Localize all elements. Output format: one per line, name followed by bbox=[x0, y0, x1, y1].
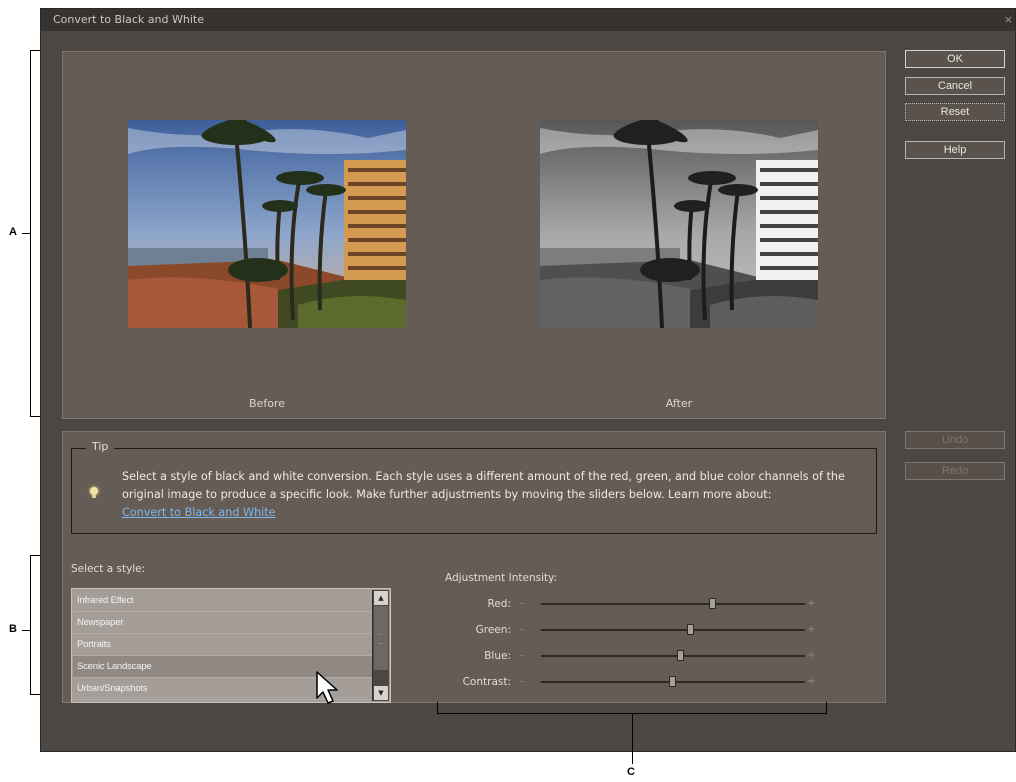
callout-b-label: B bbox=[9, 623, 17, 635]
convert-bw-dialog: Convert to Black and White × Before Afte… bbox=[40, 8, 1016, 752]
contrast-slider-thumb[interactable] bbox=[669, 676, 676, 687]
before-label: Before bbox=[249, 397, 285, 410]
after-label: After bbox=[665, 397, 693, 410]
ok-button[interactable]: OK bbox=[905, 50, 1005, 68]
callout-a-tick bbox=[22, 233, 30, 234]
red-plus-label: + bbox=[807, 598, 816, 609]
scroll-up-arrow-icon[interactable]: ▲ bbox=[374, 591, 388, 605]
before-image bbox=[128, 120, 406, 328]
red-slider-label: Red: bbox=[487, 598, 512, 610]
tip-box: Tip Select a style of black and white co… bbox=[71, 440, 877, 534]
contrast-plus-label: + bbox=[807, 676, 816, 687]
style-list-scrollbar[interactable]: ▲ ▼ bbox=[372, 590, 389, 701]
green-slider-row: Green: – + bbox=[443, 622, 863, 638]
callout-c-label: C bbox=[627, 766, 635, 778]
style-listbox[interactable]: Infrared Effect Newspaper Portraits Scen… bbox=[71, 588, 391, 703]
callout-b-bracket bbox=[30, 555, 40, 695]
blue-slider-label: Blue: bbox=[484, 650, 511, 662]
callout-c-tick bbox=[632, 714, 633, 764]
after-image bbox=[540, 120, 818, 328]
green-minus-label: – bbox=[519, 624, 524, 635]
title-bar: Convert to Black and White × bbox=[41, 9, 1015, 31]
style-item-infrared[interactable]: Infrared Effect bbox=[73, 590, 373, 612]
blue-minus-label: – bbox=[519, 650, 524, 661]
red-slider-thumb[interactable] bbox=[708, 598, 716, 609]
style-panel: Tip Select a style of black and white co… bbox=[62, 431, 886, 704]
green-slider-thumb[interactable] bbox=[687, 624, 695, 635]
tip-learn-more-link[interactable]: Convert to Black and White bbox=[122, 506, 276, 519]
scroll-down-arrow-icon[interactable]: ▼ bbox=[374, 686, 388, 700]
undo-button: Undo bbox=[905, 431, 1005, 449]
contrast-slider-label: Contrast: bbox=[462, 676, 511, 688]
contrast-slider-row: Contrast: – + bbox=[443, 674, 863, 690]
tip-text: Select a style of black and white conver… bbox=[122, 468, 862, 522]
preview-panel: Before After bbox=[62, 51, 886, 419]
style-item-newspaper[interactable]: Newspaper bbox=[73, 612, 373, 634]
callout-a-label: A bbox=[9, 226, 17, 238]
red-minus-label: – bbox=[519, 598, 524, 609]
green-plus-label: + bbox=[807, 624, 816, 635]
redo-button: Redo bbox=[905, 462, 1005, 480]
green-slider-label: Green: bbox=[475, 624, 511, 636]
contrast-slider-track[interactable] bbox=[541, 676, 805, 687]
select-style-label: Select a style: bbox=[71, 563, 146, 575]
red-slider-row: Red: – + bbox=[443, 596, 863, 612]
window-title: Convert to Black and White bbox=[53, 13, 204, 26]
scroll-thumb[interactable] bbox=[374, 606, 388, 670]
blue-plus-label: + bbox=[807, 650, 816, 661]
callout-c-bracket bbox=[437, 702, 827, 714]
cancel-button[interactable]: Cancel bbox=[905, 77, 1005, 95]
close-icon[interactable]: × bbox=[1004, 9, 1013, 31]
help-button[interactable]: Help bbox=[905, 141, 1005, 159]
style-item-portraits[interactable]: Portraits bbox=[73, 634, 373, 656]
lightbulb-icon bbox=[90, 487, 98, 498]
callout-a-bracket bbox=[30, 50, 40, 417]
blue-slider-track[interactable] bbox=[541, 650, 805, 661]
blue-slider-row: Blue: – + bbox=[443, 648, 863, 664]
red-slider-track[interactable] bbox=[541, 598, 805, 609]
green-slider-track[interactable] bbox=[541, 624, 805, 635]
contrast-minus-label: – bbox=[519, 676, 524, 687]
mouse-pointer-icon bbox=[316, 671, 338, 704]
reset-button[interactable]: Reset bbox=[905, 103, 1005, 121]
tip-body: Select a style of black and white conver… bbox=[122, 470, 845, 501]
adjustment-intensity-label: Adjustment Intensity: bbox=[445, 572, 558, 584]
blue-slider-thumb[interactable] bbox=[676, 650, 684, 661]
tip-legend: Tip bbox=[86, 440, 115, 453]
callout-b-tick bbox=[22, 630, 30, 631]
